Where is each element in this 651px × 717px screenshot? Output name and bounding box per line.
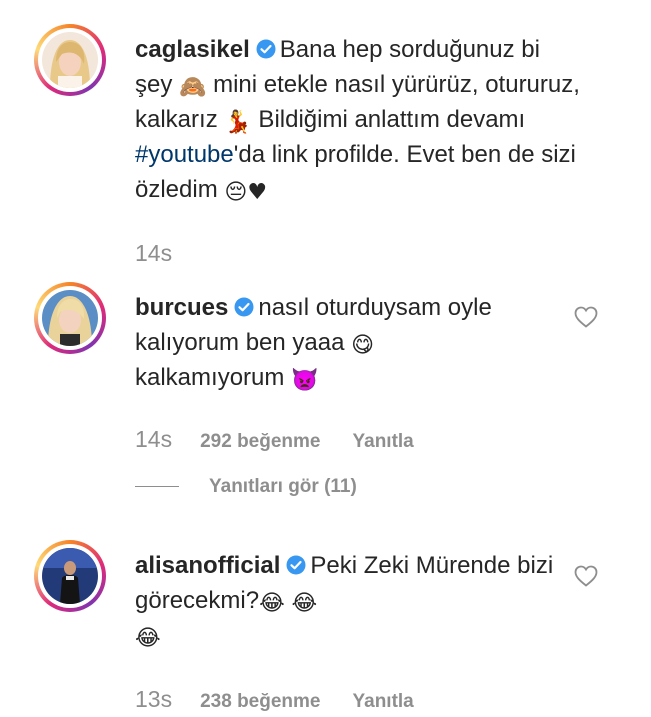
- avatar[interactable]: [34, 24, 106, 96]
- blonde-woman-avatar-icon: [42, 290, 98, 346]
- avatar[interactable]: [34, 282, 106, 354]
- timestamp[interactable]: 13s: [135, 686, 172, 712]
- like-heart-icon[interactable]: [574, 306, 598, 328]
- timestamp[interactable]: 14s: [135, 240, 172, 266]
- face-savoring-food-icon: 😋: [351, 333, 375, 358]
- avatar[interactable]: [34, 540, 106, 612]
- username[interactable]: burcues: [135, 294, 228, 321]
- dancer-icon: 💃: [224, 110, 252, 135]
- tears-of-joy-icon: 😂: [291, 591, 318, 616]
- hashtag-link[interactable]: #youtube: [135, 141, 234, 168]
- likes-count[interactable]: 292 beğenme: [200, 431, 320, 452]
- comment-text: burcues nasıl oturduysam oyle kalıyorum b…: [135, 294, 492, 393]
- likes-count[interactable]: 238 beğenme: [200, 691, 320, 712]
- like-heart-icon[interactable]: [574, 565, 598, 587]
- username[interactable]: caglasikel: [135, 36, 250, 63]
- reply-button[interactable]: Yanıtla: [353, 431, 414, 452]
- tears-of-joy-icon: 😂: [135, 626, 161, 651]
- tears-of-joy-icon: 😂: [259, 591, 285, 616]
- verified-badge-icon: [256, 39, 276, 59]
- divider-line: [135, 486, 179, 488]
- angry-devil-icon: 👿: [291, 368, 319, 393]
- verified-badge-icon: [286, 555, 306, 575]
- comment-meta: 14s: [135, 240, 200, 267]
- username[interactable]: alisanofficial: [135, 552, 280, 579]
- blonde-woman-avatar-icon: [42, 32, 98, 88]
- reply-button[interactable]: Yanıtla: [353, 691, 414, 712]
- man-on-stage-avatar-icon: [42, 548, 98, 604]
- comment-meta: 13s 238 beğenme Yanıtla: [135, 686, 414, 713]
- see-no-evil-monkey-icon: 🙈: [179, 75, 207, 100]
- timestamp[interactable]: 14s: [135, 426, 172, 452]
- black-heart-icon: ♥: [247, 180, 268, 205]
- view-replies-button[interactable]: Yanıtları gör (11): [135, 476, 357, 498]
- pensive-face-icon: 😔: [224, 180, 248, 205]
- comment-meta: 14s 292 beğenme Yanıtla: [135, 426, 414, 453]
- comment-text: alisanofficial Peki Zeki Mürende bizi gör…: [135, 552, 554, 651]
- comment-text: caglasikel Bana hep sorduğunuz bi şey 🙈 m…: [135, 36, 580, 205]
- verified-badge-icon: [234, 297, 254, 317]
